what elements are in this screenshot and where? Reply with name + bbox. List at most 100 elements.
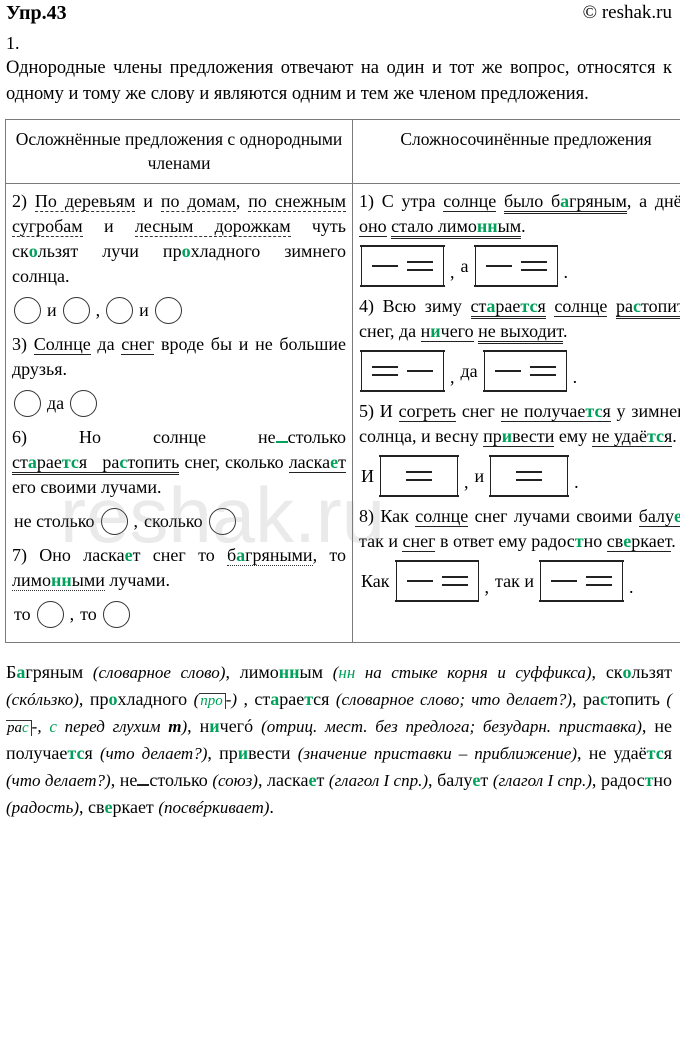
homogeneous-circle (100, 507, 128, 535)
analysis-word: не столько (119, 770, 208, 790)
homogeneous-circle (14, 296, 41, 324)
right-entry-5: 5) И согреть снег не получается у зимнег… (359, 399, 680, 449)
conjunction-tak-i: так и (495, 571, 534, 591)
scheme-period: . (574, 472, 579, 492)
left-entry-7: 7) Оно ласкает снег то багряными, то лим… (12, 543, 346, 593)
left-scheme-3: да (14, 388, 346, 418)
scheme-comma: , (484, 577, 490, 597)
right-entry-8-sentence: Как солнце снег лучами своими балует, та… (359, 506, 680, 552)
analysis-note: (словарное слово; что делает?) (335, 690, 573, 709)
intro-paragraph: Однородные члены предложения отвечают на… (0, 56, 680, 107)
analysis-word: балует (437, 770, 489, 790)
analysis-word: старается (254, 689, 330, 709)
right-entry-1-number: 1) (359, 191, 374, 211)
comparison-table: Осложнённые предложения с однородными чл… (5, 119, 680, 643)
left-scheme-6: не столько , сколько (14, 506, 346, 536)
analysis-note: (нн на стыке корня и суффикса) (332, 663, 592, 682)
scheme-comma: , (69, 604, 75, 624)
table-header-row: Осложнённые предложения с однородными чл… (5, 119, 680, 184)
table-body-row: 2) По деревьям и по домам, по снежным су… (5, 183, 680, 643)
analysis-note: (посвéркивает) (158, 798, 270, 817)
clause-bracket (489, 455, 569, 497)
page-root: reshak.ru Упр.43 © reshak.ru 1. Однородн… (0, 0, 680, 1058)
subject-line (406, 580, 433, 582)
analysis-word: сверкает (87, 797, 154, 817)
clause-bracket (473, 245, 559, 287)
intro-text: Однородные члены предложения отвечают на… (6, 58, 672, 104)
conjunction-a: а (460, 256, 469, 276)
predicate-line (407, 261, 433, 271)
right-column-cell: 1) С утра солнце было багряным, а днём о… (352, 183, 680, 643)
homogeneous-circle (14, 389, 41, 417)
analysis-note: (что делает?) (6, 771, 111, 790)
conjunction-to: то (14, 604, 31, 624)
analysis-note: (отриц. мест. без предлога; безударн. пр… (261, 717, 642, 736)
column-header-compound: Сложносочинённые предложения (352, 119, 680, 184)
analysis-note: (глагол I спр.) (492, 771, 592, 790)
clause-bracket (539, 560, 624, 602)
scheme-period: . (563, 262, 569, 282)
right-entry-1: 1) С утра солнце было багряным, а днём о… (359, 189, 680, 239)
left-entry-6-sentence: Но солнце не столько старается растопить … (12, 427, 346, 497)
homogeneous-circle (208, 507, 236, 535)
scheme-comma: , (133, 511, 139, 531)
conjunction-i-capital: И (361, 466, 374, 486)
subject-line (372, 265, 398, 267)
predicate-line (529, 366, 556, 376)
left-column-cell: 2) По деревьям и по домам, по снежным су… (5, 183, 353, 643)
left-entry-2-number: 2) (12, 191, 27, 211)
homogeneous-circle (106, 296, 134, 324)
analysis-word: прохладного (89, 689, 188, 709)
predicate-line (585, 576, 612, 586)
analysis-word: растопить (582, 689, 660, 709)
left-entry-7-sentence: Оно ласкает снег то багряными, то лимонн… (12, 545, 346, 591)
right-scheme-8: Как , так и . (361, 560, 680, 602)
analysis-word: лимонным (239, 662, 323, 682)
conjunction-i: и (139, 300, 149, 320)
left-scheme-2: и , и (14, 295, 346, 325)
copyright-notice: © reshak.ru (582, 2, 672, 23)
left-entry-3-number: 3) (12, 334, 27, 354)
scheme-comma: , (464, 472, 469, 492)
right-entry-5-number: 5) (359, 401, 374, 421)
analysis-word: ничегó (199, 716, 254, 736)
analysis-note: (радость) (6, 798, 79, 817)
conjunction-ne-stolko: не столько (14, 511, 95, 531)
right-entry-4: 4) Всю зиму старается солнце растопить с… (359, 294, 680, 344)
homogeneous-circle (102, 600, 130, 628)
column-header-homogeneous: Осложнённые предложения с однородными чл… (5, 119, 353, 184)
homogeneous-circle (70, 389, 98, 417)
right-entry-8: 8) Как солнце снег лучами своими балует,… (359, 504, 680, 554)
item-number: 1. (6, 33, 20, 53)
analysis-word: скользят (605, 662, 672, 682)
conjunction-kak: Как (361, 571, 390, 591)
predicate-line (406, 471, 432, 481)
conjunction-skolko: сколько (144, 511, 203, 531)
analysis-word: радостно (600, 770, 673, 790)
predicate-line (372, 366, 398, 376)
subject-line (485, 265, 512, 267)
analysis-note: (глагол I спр.) (328, 771, 428, 790)
analysis-note: (словарное слово) (92, 663, 226, 682)
scheme-period: . (572, 367, 578, 387)
analysis-note: (скóльзко) (6, 690, 79, 709)
right-scheme-1: , а . (360, 245, 680, 287)
right-scheme-5: И , и . (361, 455, 680, 497)
clause-bracket (482, 350, 568, 392)
spelling-analysis: Багряным (словарное слово), лимонным (нн… (6, 662, 673, 817)
right-entry-4-number: 4) (359, 296, 374, 316)
conjunction-da: да (460, 361, 478, 381)
left-entry-2-sentence: По деревьям и по домам, по снежным сугро… (12, 191, 347, 286)
subject-line (494, 370, 521, 372)
left-entry-3: 3) Солнце да снег вроде бы и не большие … (12, 332, 346, 382)
analysis-word: не удаётся (588, 743, 672, 763)
analysis-note: (про -) (193, 690, 238, 709)
clause-bracket (360, 245, 445, 287)
scheme-comma: , (95, 300, 101, 320)
predicate-line (520, 261, 547, 271)
predicate-line (516, 471, 543, 481)
clause-bracket (379, 455, 459, 497)
homogeneous-circle (36, 600, 64, 628)
scheme-comma: , (450, 367, 455, 387)
left-scheme-7: то , то (14, 599, 346, 629)
